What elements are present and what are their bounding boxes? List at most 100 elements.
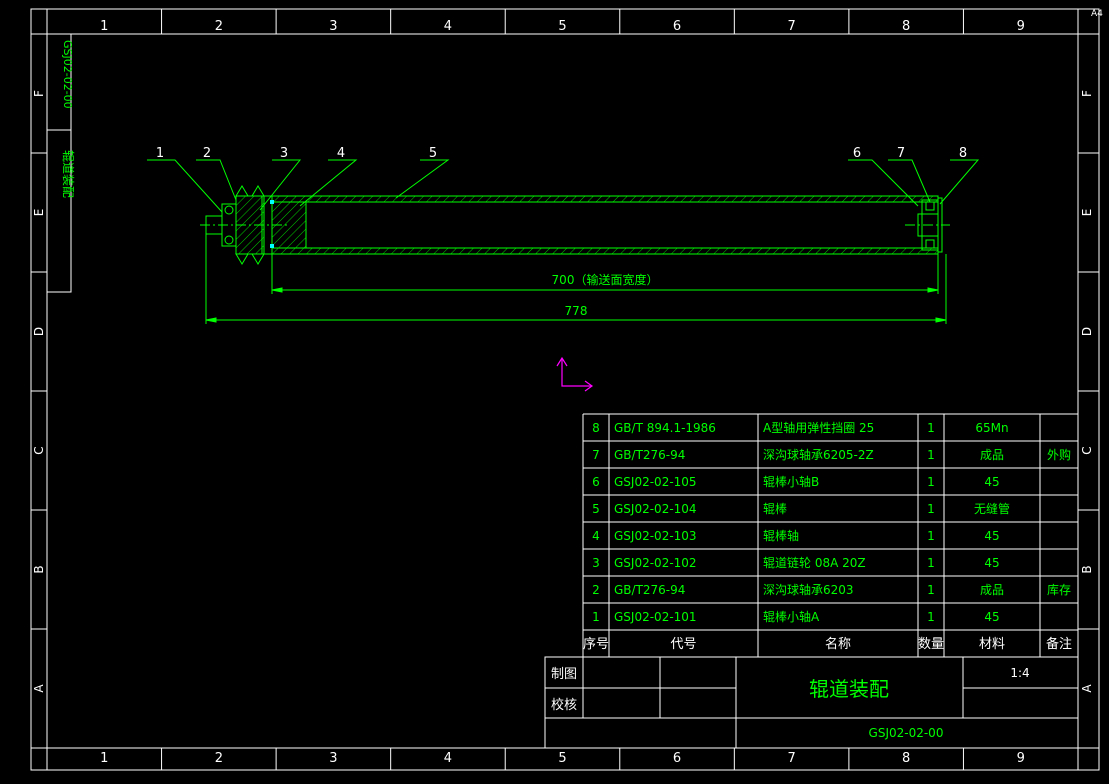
bom-cell-name: 深沟球轴承6205-2Z (763, 447, 874, 462)
zone-col-label-bottom: 8 (902, 751, 910, 766)
zone-column-labels-top: 1 2 3 4 5 6 7 8 9 (100, 19, 1025, 34)
bom-cell-material: 成品 (980, 448, 1004, 462)
dimension-conveyor-width: 700（输送面宽度） (552, 272, 659, 287)
zone-col-label-top: 3 (329, 19, 337, 34)
bom-header-material: 材料 (979, 637, 1005, 652)
zone-row-label-left: C (32, 446, 46, 454)
bom-cell-qty: 1 (927, 556, 935, 570)
drawing-title: 辊道装配 (809, 677, 889, 701)
sheet-border: A4 (30, 8, 1103, 771)
zone-row-label-right: E (1080, 209, 1094, 217)
bom-cell-qty: 1 (927, 421, 935, 435)
drawing-number: GSJ02-02-00 (869, 726, 944, 740)
bom-cell-code: GB/T276-94 (614, 448, 685, 462)
bom-cell-code: GSJ02-02-104 (614, 502, 697, 516)
bom-cell-name: 辊道链轮 08A 20Z (763, 555, 866, 570)
zone-row-label-right: F (1080, 90, 1094, 97)
bom-cell-name: 辊棒小轴B (763, 474, 819, 489)
ucs-icon (556, 356, 594, 392)
zone-col-label-bottom: 2 (215, 751, 223, 766)
cad-drawing-canvas[interactable]: A4 123456789 123456789 FEDCBA FEDCBA GSJ… (0, 0, 1109, 784)
bom-cell-name: 辊棒轴 (763, 528, 799, 543)
bom-cell-code: GSJ02-02-102 (614, 556, 697, 570)
zone-row-label-right: B (1080, 565, 1094, 573)
bom-header-code: 代号 (670, 637, 696, 652)
callout-label-4: 4 (337, 146, 345, 161)
bom-cell-code: GB/T276-94 (614, 583, 685, 597)
zone-col-label-top: 5 (558, 19, 566, 34)
bom-table: 8 GB/T 894.1-1986 A型轴用弹性挡圈 25 1 65Mn 7 GB/T276… (582, 413, 1079, 658)
bom-cell-material: 45 (984, 475, 999, 489)
checked-label: 校核 (551, 697, 577, 713)
bom-cell-code: GSJ02-02-105 (614, 475, 697, 489)
zone-col-label-top: 7 (787, 19, 795, 34)
side-block-name: 辊道装配 (61, 150, 75, 198)
callout-label-8: 8 (959, 146, 967, 161)
callout-label-1: 1 (156, 146, 164, 161)
bom-cell-name: 辊棒小轴A (763, 609, 820, 624)
zone-row-label-left: F (32, 90, 46, 97)
bom-cell-remark: 库存 (1047, 582, 1071, 597)
side-block-code: GSJ02-02-00 (61, 40, 74, 109)
bom-cell-seq: 1 (592, 610, 600, 624)
zone-row-label-left: A (32, 684, 46, 693)
bom-cell-seq: 8 (592, 421, 600, 435)
zone-row-label-left: B (32, 565, 46, 573)
bom-cell-material: 45 (984, 556, 999, 570)
bom-header-name: 名称 (825, 636, 851, 652)
sheet-size-label: A4 (1091, 9, 1103, 19)
side-block: GSJ02-02-00 辊道装配 (46, 33, 75, 293)
bom-cell-remark: 外购 (1047, 447, 1071, 462)
drawing-scale: 1:4 (1010, 666, 1029, 680)
small-shaft-b[interactable] (905, 213, 950, 237)
zone-col-label-top: 2 (215, 19, 223, 34)
bom-cell-name: 辊棒 (763, 502, 787, 516)
bom-cell-code: GSJ02-02-103 (614, 529, 697, 543)
zone-col-label-top: 4 (444, 19, 452, 34)
bom-cell-material: 45 (984, 529, 999, 543)
zone-col-label-top: 9 (1017, 19, 1025, 34)
bom-cell-name: 深沟球轴承6203 (763, 582, 854, 597)
dimension-overall-length: 778 (565, 304, 588, 318)
roller-tube[interactable] (271, 195, 939, 255)
bom-cell-code: GSJ02-02-101 (614, 610, 697, 624)
callout-labels: 1 2 3 4 5 6 7 8 (156, 146, 967, 161)
zone-col-label-top: 6 (673, 19, 681, 34)
bom-cell-seq: 6 (592, 475, 600, 489)
zone-col-label-top: 1 (100, 19, 108, 34)
bom-cell-qty: 1 (927, 610, 935, 624)
zone-tick-marks (31, 9, 1099, 770)
zone-row-label-left: D (32, 327, 46, 336)
bom-header-remark: 备注 (1046, 636, 1072, 652)
title-block (544, 656, 1079, 749)
zone-col-label-bottom: 7 (787, 751, 795, 766)
bom-cell-seq: 2 (592, 583, 600, 597)
bom-cell-qty: 1 (927, 448, 935, 462)
zone-row-label-left: E (32, 209, 46, 217)
callout-label-6: 6 (853, 146, 861, 161)
roller-assembly[interactable] (200, 185, 950, 265)
zone-col-label-top: 8 (902, 19, 910, 34)
bom-cell-qty: 1 (927, 583, 935, 597)
callout-label-7: 7 (897, 146, 905, 161)
bom-cell-code: GB/T 894.1-1986 (614, 421, 716, 435)
bom-cell-qty: 1 (927, 475, 935, 489)
callout-label-2: 2 (203, 146, 211, 161)
zone-col-label-bottom: 4 (444, 751, 452, 766)
callout-label-5: 5 (429, 146, 437, 161)
bom-cell-qty: 1 (927, 502, 935, 516)
bom-cell-material: 成品 (980, 583, 1004, 597)
bom-cell-seq: 3 (592, 556, 600, 570)
bom-cell-seq: 4 (592, 529, 600, 543)
bom-header-qty: 数量 (918, 637, 944, 652)
zone-col-label-bottom: 3 (329, 751, 337, 766)
bom-cell-seq: 5 (592, 502, 600, 516)
bom-cell-material: 无缝管 (974, 501, 1010, 516)
bom-cell-seq: 7 (592, 448, 600, 462)
zone-col-label-bottom: 6 (673, 751, 681, 766)
zone-row-label-right: D (1080, 327, 1094, 336)
weld-point-bottom (270, 244, 274, 248)
zone-row-label-right: C (1080, 446, 1094, 454)
bom-cell-qty: 1 (927, 529, 935, 543)
zone-col-label-bottom: 1 (100, 751, 108, 766)
